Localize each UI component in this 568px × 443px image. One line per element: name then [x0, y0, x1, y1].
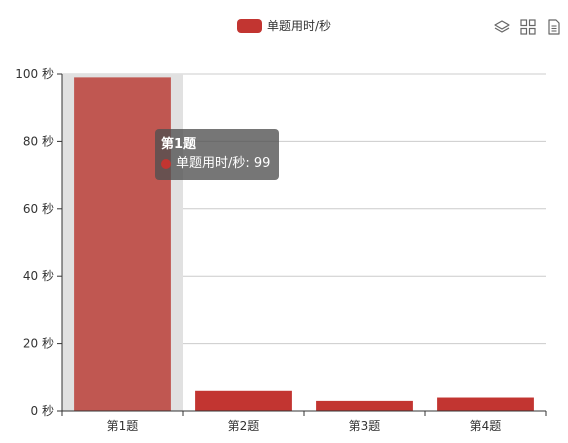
data-grid-icon[interactable]: [520, 19, 536, 35]
bar[interactable]: [195, 390, 292, 411]
x-axis-tick-label: 第2题: [228, 419, 260, 433]
x-axis-tick-label: 第3题: [349, 419, 381, 433]
x-axis-tick-label: 第1题: [107, 419, 139, 433]
y-axis-tick-label: 0 秒: [31, 404, 54, 418]
data-view-document-icon[interactable]: [546, 19, 562, 35]
toolbox: [494, 19, 562, 35]
tooltip-series-value: 单题用时/秒: 99: [176, 156, 271, 171]
x-axis-tick-label: 第4题: [470, 419, 502, 433]
tooltip-row: 单题用时/秒: 99: [161, 154, 273, 173]
plot-area: 0 秒20 秒40 秒60 秒80 秒100 秒第1题 第2题 第3题 第4题: [15, 67, 547, 433]
tooltip-series-dot: [161, 158, 171, 169]
y-axis-tick-label: 20 秒: [23, 337, 54, 351]
legend-swatch[interactable]: [236, 18, 262, 33]
legend[interactable]: 单题用时/秒: [0, 17, 568, 34]
stack-layers-icon[interactable]: [494, 19, 510, 35]
y-axis-tick-label: 100 秒: [15, 67, 54, 81]
tooltip-title: 第1题: [161, 137, 197, 152]
tooltip: 第1题 单题用时/秒: 99: [155, 129, 279, 180]
bar-chart: 0 秒 20 秒 40 秒 60 秒 80 秒 100 秒第1题 第2题 第3题 第4题: [0, 0, 568, 439]
y-axis-tick-label: 80 秒: [23, 134, 54, 148]
bar[interactable]: [316, 400, 413, 411]
y-axis-tick-label: 40 秒: [23, 269, 54, 283]
bar[interactable]: [437, 397, 534, 411]
bar[interactable]: [74, 77, 171, 412]
y-axis-tick-label: 60 秒: [23, 202, 54, 216]
legend-label[interactable]: 单题用时/秒: [267, 17, 331, 34]
